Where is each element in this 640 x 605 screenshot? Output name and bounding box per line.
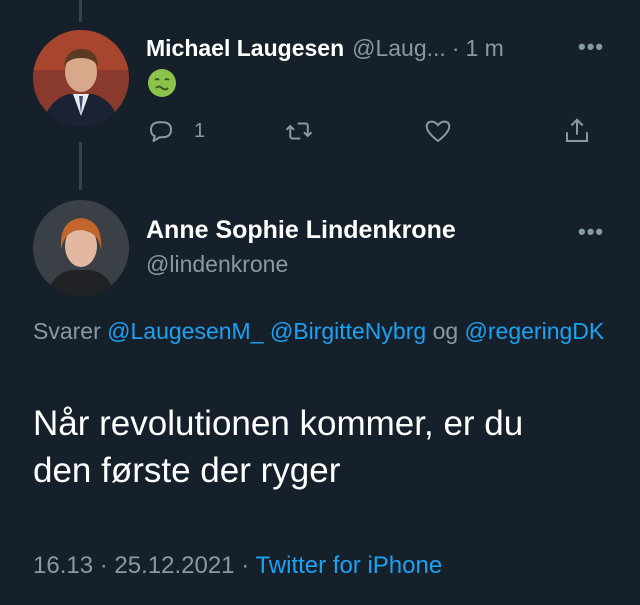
tweet-text-line: Når revolutionen kommer, er du <box>33 404 524 443</box>
author-handle[interactable]: @Laug... <box>352 35 446 62</box>
like-icon <box>425 120 451 142</box>
separator: · <box>451 34 460 61</box>
more-icon[interactable]: ••• <box>578 34 604 60</box>
separator: · <box>99 552 108 579</box>
tweet-header: Michael Laugesen @Laug... · 1 m <box>146 32 610 64</box>
source-link[interactable]: Twitter for iPhone <box>255 552 442 579</box>
avatar[interactable] <box>33 200 129 296</box>
like-button[interactable] <box>423 114 453 148</box>
tweet-actions: 1 <box>146 114 596 148</box>
mention-link[interactable]: @LaugesenM_ <box>107 318 263 344</box>
more-icon[interactable]: ••• <box>578 219 604 245</box>
thread-line <box>79 0 82 22</box>
nauseated-face-emoji <box>146 67 178 99</box>
reply-icon <box>150 121 172 142</box>
retweet-button[interactable] <box>284 114 314 148</box>
author-name[interactable]: Anne Sophie Lindenkrone <box>146 216 456 245</box>
avatar[interactable] <box>33 30 129 126</box>
mention-joiner: og <box>432 318 459 344</box>
author-handle[interactable]: @lindenkrone <box>146 251 288 278</box>
reply-count: 1 <box>194 119 206 142</box>
share-icon <box>566 118 588 142</box>
tweet-date[interactable]: 25.12.2021 <box>114 552 234 579</box>
mention-link[interactable]: @regeringDK <box>465 318 605 344</box>
reply-prefix: Svarer <box>33 318 101 344</box>
thread-line <box>79 142 82 190</box>
tweet-text: Når revolutionen kommer, er du den først… <box>33 400 623 494</box>
reply-button[interactable]: 1 <box>146 114 205 148</box>
timestamp[interactable]: 1 m <box>465 35 503 62</box>
tweet-meta: 16.13 · 25.12.2021 · Twitter for iPhone <box>33 552 442 580</box>
reply-context: Svarer @LaugesenM_ @BirgitteNybrg og @re… <box>33 313 613 349</box>
share-button[interactable] <box>562 114 592 148</box>
tweet-text-line: den første der ryger <box>33 451 341 490</box>
retweet-icon <box>285 122 313 140</box>
tweet-time[interactable]: 16.13 <box>33 552 93 579</box>
author-name[interactable]: Michael Laugesen <box>146 35 344 62</box>
separator: · <box>241 552 250 579</box>
mention-link[interactable]: @BirgitteNybrg <box>270 318 426 344</box>
